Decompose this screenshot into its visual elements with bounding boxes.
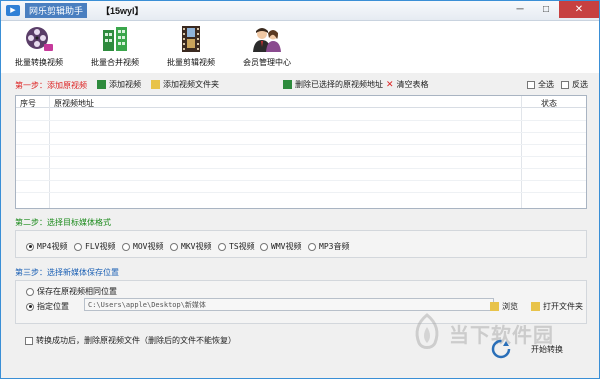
select-all-checkbox[interactable]: 全选: [527, 79, 554, 90]
member-center-label: 会员管理中心: [243, 58, 291, 67]
clear-x-icon: ✕: [386, 79, 394, 89]
browse-label: 浏览: [502, 302, 518, 311]
format-mov-radio[interactable]: MOV视频: [122, 241, 163, 252]
format-group: MP4视频 FLV视频 MOV视频 MKV视频 TS视频 WMV视频 MP3音频: [15, 230, 587, 258]
format-label: MKV视频: [181, 242, 212, 251]
radio-dot[interactable]: [122, 242, 130, 251]
member-center-button[interactable]: 会员管理中心: [229, 21, 305, 73]
delete-after-label: 转换成功后，删除原视频文件（删除后的文件不能恢复）: [36, 336, 236, 345]
select-all-box[interactable]: [527, 80, 535, 89]
delete-selected-label: 删除已选择的原视频地址: [295, 80, 383, 89]
add-folder-button[interactable]: 添加视频文件夹: [151, 79, 219, 90]
film-reel-icon: [26, 27, 53, 51]
step3-label: 第三步：选择新媒体保存位置: [15, 268, 119, 277]
batch-merge-label: 批量合并视频: [91, 58, 139, 67]
format-label: WMV视频: [271, 242, 302, 251]
format-wmv-radio[interactable]: WMV视频: [260, 241, 301, 252]
browse-button[interactable]: 浏览: [490, 301, 518, 312]
format-mkv-radio[interactable]: MKV视频: [170, 241, 211, 252]
close-button[interactable]: ✕: [559, 1, 599, 18]
table-header: 序号 原视频地址 状态: [16, 96, 586, 108]
open-folder-icon: [531, 302, 540, 311]
batch-convert-button[interactable]: 批量转换视频: [1, 21, 77, 73]
step1-action-bar: 第一步：添加原视频 添加视频 添加视频文件夹 删除已选择的原视频地址 ✕ 清空表…: [1, 79, 599, 93]
radio-dot[interactable]: [260, 242, 268, 251]
radio-dot[interactable]: [26, 287, 34, 296]
row-divider: [16, 156, 586, 157]
radio-dot[interactable]: [74, 242, 82, 251]
save-custom-radio[interactable]: 指定位置: [26, 301, 69, 312]
invert-selection-checkbox[interactable]: 反选: [561, 79, 588, 90]
start-convert-label: 开始转换: [531, 344, 563, 354]
radio-dot[interactable]: [308, 242, 316, 251]
app-logo-icon: ▶: [6, 5, 20, 16]
invert-label: 反选: [572, 80, 588, 89]
maximize-button[interactable]: □: [533, 1, 559, 18]
row-divider: [16, 144, 586, 145]
row-divider: [16, 132, 586, 133]
save-same-label: 保存在原视频相同位置: [37, 287, 117, 296]
batch-edit-button[interactable]: 批量剪辑视频: [153, 21, 229, 73]
radio-dot[interactable]: [26, 302, 34, 311]
col-index: 序号: [20, 99, 36, 108]
format-mp3-radio[interactable]: MP3音频: [308, 241, 349, 252]
select-all-label: 全选: [538, 80, 554, 89]
format-ts-radio[interactable]: TS视频: [218, 241, 255, 252]
radio-dot[interactable]: [170, 242, 178, 251]
radio-dot[interactable]: [218, 242, 226, 251]
delete-after-checkbox[interactable]: 转换成功后，删除原视频文件（删除后的文件不能恢复）: [25, 335, 236, 346]
format-flv-radio[interactable]: FLV视频: [74, 241, 115, 252]
main-toolbar: 批量转换视频 批量合并视频 批量剪辑视频 会员管理中心: [1, 21, 599, 73]
folder-icon: [490, 302, 499, 311]
batch-convert-label: 批量转换视频: [15, 58, 63, 67]
merge-building-icon: [103, 27, 127, 51]
title-bar[interactable]: ▶ 网乐剪辑助手 【15wyl】 ─ □ ✕: [1, 1, 599, 21]
video-table[interactable]: 序号 原视频地址 状态: [15, 95, 587, 209]
step2-label: 第二步：选择目标媒体格式: [15, 218, 111, 227]
add-video-label: 添加视频: [109, 80, 141, 89]
format-mp4-radio[interactable]: MP4视频: [26, 241, 67, 252]
clear-table-label: 清空表格: [396, 80, 429, 89]
add-video-icon: [97, 80, 106, 89]
batch-merge-button[interactable]: 批量合并视频: [77, 21, 153, 73]
format-label: TS视频: [229, 242, 255, 251]
window-code: 【15wyl】: [101, 6, 144, 16]
window-title: 网乐剪辑助手: [25, 3, 88, 18]
folder-icon: [151, 80, 160, 89]
invert-box[interactable]: [561, 80, 569, 89]
convert-refresh-icon: [491, 339, 511, 359]
delete-selected-button[interactable]: 删除已选择的原视频地址: [283, 79, 383, 90]
users-icon: [253, 28, 281, 52]
row-divider: [16, 168, 586, 169]
col-path: 原视频地址: [54, 99, 94, 108]
format-label: MOV视频: [133, 242, 164, 251]
start-convert-button[interactable]: 开始转换: [491, 339, 563, 359]
row-divider: [16, 120, 586, 121]
delete-list-icon: [283, 80, 292, 89]
col-status: 状态: [541, 99, 557, 108]
app-window: ▶ 网乐剪辑助手 【15wyl】 ─ □ ✕ 批量转换视频 批量合并视频 批量剪…: [0, 0, 600, 379]
step1-label: 第一步：添加原视频: [15, 81, 87, 90]
row-divider: [16, 192, 586, 193]
delete-after-box[interactable]: [25, 336, 33, 345]
row-divider: [16, 180, 586, 181]
format-label: MP3音频: [319, 242, 350, 251]
radio-dot[interactable]: [26, 242, 34, 251]
save-path-field[interactable]: C:\Users\apple\Desktop\新媒体: [84, 298, 494, 311]
minimize-button[interactable]: ─: [507, 1, 533, 18]
watermark-logo-icon: [415, 313, 439, 349]
save-custom-label: 指定位置: [37, 302, 69, 311]
format-label: MP4视频: [37, 242, 68, 251]
open-folder-button[interactable]: 打开文件夹: [531, 301, 583, 312]
add-folder-label: 添加视频文件夹: [163, 80, 219, 89]
format-label: FLV视频: [85, 242, 116, 251]
film-strip-icon: [182, 26, 200, 52]
open-folder-label: 打开文件夹: [543, 302, 583, 311]
batch-edit-label: 批量剪辑视频: [167, 58, 215, 67]
add-video-button[interactable]: 添加视频: [97, 79, 141, 90]
clear-table-button[interactable]: ✕ 清空表格: [386, 79, 429, 90]
save-same-radio[interactable]: 保存在原视频相同位置: [26, 286, 117, 297]
